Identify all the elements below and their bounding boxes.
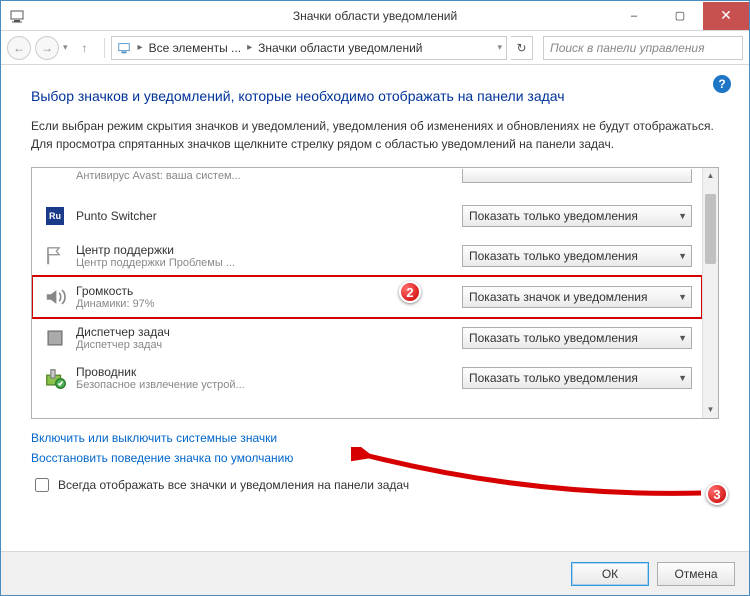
page-description: Если выбран режим скрытия значков и увед…	[31, 117, 719, 153]
chevron-down-icon: ▼	[678, 373, 687, 383]
app-icon	[44, 327, 66, 349]
breadcrumb[interactable]: ▸ Все элементы ... ▸ Значки области увед…	[111, 36, 507, 60]
list-row: Диспетчер задачДиспетчер задач Показать т…	[32, 318, 702, 358]
list-row: Ru Punto Switcher Показать только уведомле…	[32, 196, 702, 236]
app-name: Центр поддержки	[76, 243, 276, 257]
back-button[interactable]: ←	[7, 36, 31, 60]
content-area: ? Выбор значков и уведомлений, которые н…	[1, 65, 749, 505]
list-row: Антивирус Avast: ваша систем...	[32, 167, 702, 196]
search-input[interactable]: Поиск в панели управления	[543, 36, 743, 60]
dialog-footer: ОК Отмена	[1, 551, 749, 595]
row-labels: Диспетчер задачДиспетчер задач	[76, 325, 276, 351]
app-subtitle: Динамики: 97%	[76, 298, 276, 310]
dropdown-value: Показать только уведомления	[469, 249, 638, 263]
row-labels: ГромкостьДинамики: 97%	[76, 284, 276, 310]
separator	[104, 38, 105, 58]
dropdown-value: Показать только уведомления	[469, 371, 638, 385]
always-show-label: Всегда отображать все значки и уведомлен…	[58, 478, 409, 492]
behavior-dropdown[interactable]: Показать только уведомления ▼	[462, 205, 692, 227]
app-icon: Ru	[44, 205, 66, 227]
row-labels: Антивирус Avast: ваша систем...	[76, 170, 276, 182]
dropdown-value: Показать только уведомления	[469, 209, 638, 223]
monitor-icon	[116, 40, 132, 56]
behavior-dropdown[interactable]: Показать значок и уведомления ▼	[462, 286, 692, 308]
system-icon	[7, 6, 27, 26]
up-button[interactable]: ↑	[72, 35, 98, 61]
cancel-button[interactable]: Отмена	[657, 562, 735, 586]
breadcrumb-root[interactable]: Все элементы ...	[149, 41, 242, 55]
list-row: ГромкостьДинамики: 97% Показать значок и …	[32, 276, 702, 318]
notification-icons-list: Антивирус Avast: ваша систем... Ru Punto S…	[31, 167, 719, 419]
list-row: Центр поддержкиЦентр поддержки Проблемы …	[32, 236, 702, 276]
toggle-system-icons-link[interactable]: Включить или выключить системные значки	[31, 431, 719, 445]
chevron-down-icon: ▼	[678, 251, 687, 261]
row-labels: Punto Switcher	[76, 209, 276, 223]
app-icon	[44, 286, 66, 308]
app-name: Punto Switcher	[76, 209, 276, 223]
app-subtitle: Диспетчер задач	[76, 339, 276, 351]
scroll-thumb[interactable]	[705, 194, 716, 264]
app-subtitle: Центр поддержки Проблемы ...	[76, 257, 276, 269]
app-icon	[44, 367, 66, 389]
annotation-badge-3: 3	[706, 483, 728, 505]
chevron-down-icon: ▼	[678, 292, 687, 302]
forward-button[interactable]: →	[35, 36, 59, 60]
chevron-right-icon: ▸	[136, 42, 145, 53]
restore-defaults-link[interactable]: Восстановить поведение значка по умолчан…	[31, 451, 719, 465]
navbar: ← → ▾ ↑ ▸ Все элементы ... ▸ Значки обла…	[1, 31, 749, 65]
breadcrumb-current[interactable]: Значки области уведомлений	[258, 41, 422, 55]
scroll-up-button[interactable]: ▲	[703, 168, 718, 184]
always-show-checkbox-row: Всегда отображать все значки и уведомлен…	[31, 475, 719, 495]
annotation-badge-2: 2	[399, 281, 421, 303]
close-button[interactable]: ✕	[703, 2, 749, 30]
dropdown-value: Показать значок и уведомления	[469, 290, 648, 304]
behavior-dropdown[interactable]: Показать только уведомления ▼	[462, 245, 692, 267]
list-row: ПроводникБезопасное извлечение устрой...…	[32, 358, 702, 398]
refresh-button[interactable]: ↻	[511, 36, 533, 60]
chevron-down-icon: ▼	[678, 333, 687, 343]
row-labels: Центр поддержкиЦентр поддержки Проблемы …	[76, 243, 276, 269]
breadcrumb-dropdown-icon[interactable]: ▾	[497, 42, 502, 53]
row-labels: ПроводникБезопасное извлечение устрой...	[76, 365, 276, 391]
titlebar: Значки области уведомлений – ▢ ✕	[1, 1, 749, 31]
minimize-button[interactable]: –	[611, 2, 657, 30]
scroll-track[interactable]	[703, 184, 718, 402]
chevron-right-icon: ▸	[245, 42, 254, 53]
scroll-down-button[interactable]: ▼	[703, 402, 718, 418]
app-name: Диспетчер задач	[76, 325, 276, 339]
history-dropdown-icon[interactable]: ▾	[63, 42, 68, 53]
app-name: Проводник	[76, 365, 276, 379]
help-icon[interactable]: ?	[713, 75, 731, 93]
ok-button[interactable]: ОК	[571, 562, 649, 586]
always-show-checkbox[interactable]	[35, 478, 49, 492]
maximize-button[interactable]: ▢	[657, 2, 703, 30]
app-name: Громкость	[76, 284, 276, 298]
scrollbar[interactable]: ▲ ▼	[702, 168, 718, 418]
behavior-dropdown[interactable]	[462, 169, 692, 183]
dropdown-value: Показать только уведомления	[469, 331, 638, 345]
app-subtitle: Безопасное извлечение устрой...	[76, 379, 276, 391]
app-subtitle: Антивирус Avast: ваша систем...	[76, 170, 276, 182]
window-controls: – ▢ ✕	[611, 2, 749, 30]
app-icon	[44, 167, 66, 187]
behavior-dropdown[interactable]: Показать только уведомления ▼	[462, 367, 692, 389]
page-heading: Выбор значков и уведомлений, которые нео…	[31, 87, 719, 107]
behavior-dropdown[interactable]: Показать только уведомления ▼	[462, 327, 692, 349]
app-icon	[44, 245, 66, 267]
chevron-down-icon: ▼	[678, 211, 687, 221]
